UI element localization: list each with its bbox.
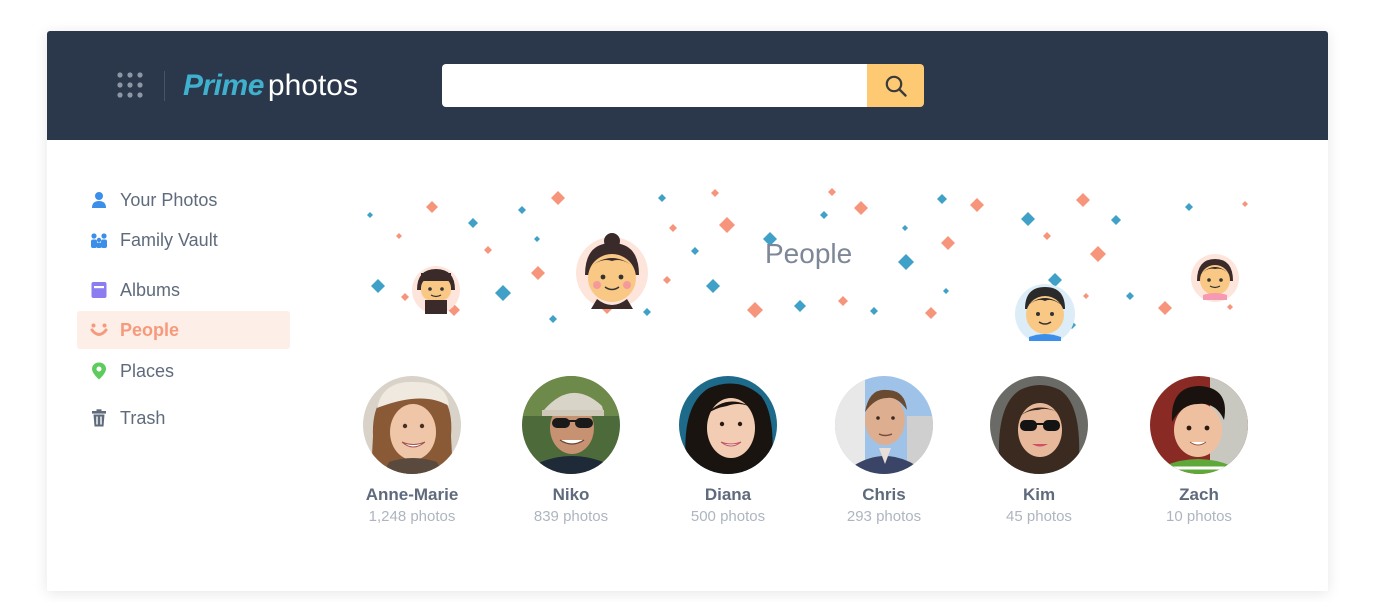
avatar bbox=[679, 376, 777, 474]
person-name: Chris bbox=[862, 485, 906, 504]
sidebar-item-label: Places bbox=[120, 361, 175, 381]
sidebar-item-family-vault[interactable]: Family Vault bbox=[77, 221, 290, 259]
sidebar-item-label: People bbox=[120, 320, 180, 340]
person-card-zach[interactable]: Zach 10 photos bbox=[1120, 376, 1278, 527]
cartoon-girl-face bbox=[1191, 254, 1239, 302]
person-photo-count: 839 photos bbox=[533, 508, 609, 525]
search-icon bbox=[885, 75, 907, 97]
sidebar-item-label: Trash bbox=[120, 408, 166, 428]
person-photo-count: 293 photos bbox=[846, 508, 922, 525]
sidebar-item-label: Family Vault bbox=[120, 230, 218, 250]
cartoon-boy-face-blue bbox=[1015, 284, 1075, 341]
sidebar-item-label: Albums bbox=[120, 280, 181, 300]
avatar bbox=[835, 376, 933, 474]
avatar bbox=[990, 376, 1088, 474]
album-icon bbox=[91, 282, 107, 298]
person-card-chris[interactable]: Chris 293 photos bbox=[805, 376, 963, 527]
person-photo-count: 10 photos bbox=[1166, 508, 1232, 525]
person-card-anne-marie[interactable]: Anne-Marie 1,248 photos bbox=[333, 376, 491, 527]
person-photo-count: 500 photos bbox=[690, 508, 766, 525]
avatar bbox=[1150, 376, 1248, 474]
cartoon-woman-face bbox=[576, 233, 648, 309]
person-name: Zach bbox=[1179, 485, 1219, 504]
avatar bbox=[522, 376, 620, 474]
sidebar-item-trash[interactable]: Trash bbox=[77, 399, 290, 437]
sidebar-item-your-photos[interactable]: Your Photos bbox=[77, 181, 290, 219]
person-photo-count: 45 photos bbox=[1006, 508, 1072, 525]
search-button[interactable] bbox=[867, 64, 924, 107]
person-card-niko[interactable]: Niko 839 photos bbox=[492, 376, 650, 527]
prime-photos-logo[interactable]: Prime photos bbox=[183, 66, 358, 106]
cartoon-boy-face-small bbox=[412, 266, 460, 314]
person-photo-count: 1,248 photos bbox=[368, 508, 456, 525]
family-icon bbox=[91, 233, 107, 248]
sidebar-item-albums[interactable]: Albums bbox=[77, 271, 290, 309]
people-banner-title: People bbox=[765, 238, 853, 269]
sidebar-item-people[interactable]: People bbox=[77, 311, 290, 349]
map-pin-icon bbox=[92, 362, 106, 380]
sidebar-item-places[interactable]: Places bbox=[77, 352, 290, 390]
person-name: Anne-Marie bbox=[365, 485, 459, 504]
person-icon bbox=[92, 192, 106, 208]
avatar bbox=[363, 376, 461, 474]
top-bar: Prime photos bbox=[47, 31, 1328, 140]
apps-grid-icon[interactable] bbox=[116, 71, 144, 99]
person-name: Kim bbox=[1022, 485, 1056, 504]
person-name: Diana bbox=[704, 485, 752, 504]
person-card-kim[interactable]: Kim 45 photos bbox=[960, 376, 1118, 527]
trash-icon bbox=[92, 409, 106, 427]
app-window: Prime photos Your Photos Family Vault Al… bbox=[47, 31, 1328, 591]
search-input[interactable] bbox=[442, 64, 868, 107]
header-divider bbox=[164, 71, 165, 101]
sidebar-item-label: Your Photos bbox=[120, 190, 218, 210]
smile-icon bbox=[90, 323, 108, 336]
person-name: Niko bbox=[552, 485, 590, 504]
person-card-diana[interactable]: Diana 500 photos bbox=[649, 376, 807, 527]
logo-prime-text: Prime bbox=[183, 69, 264, 102]
logo-photos-text: photos bbox=[267, 69, 358, 102]
